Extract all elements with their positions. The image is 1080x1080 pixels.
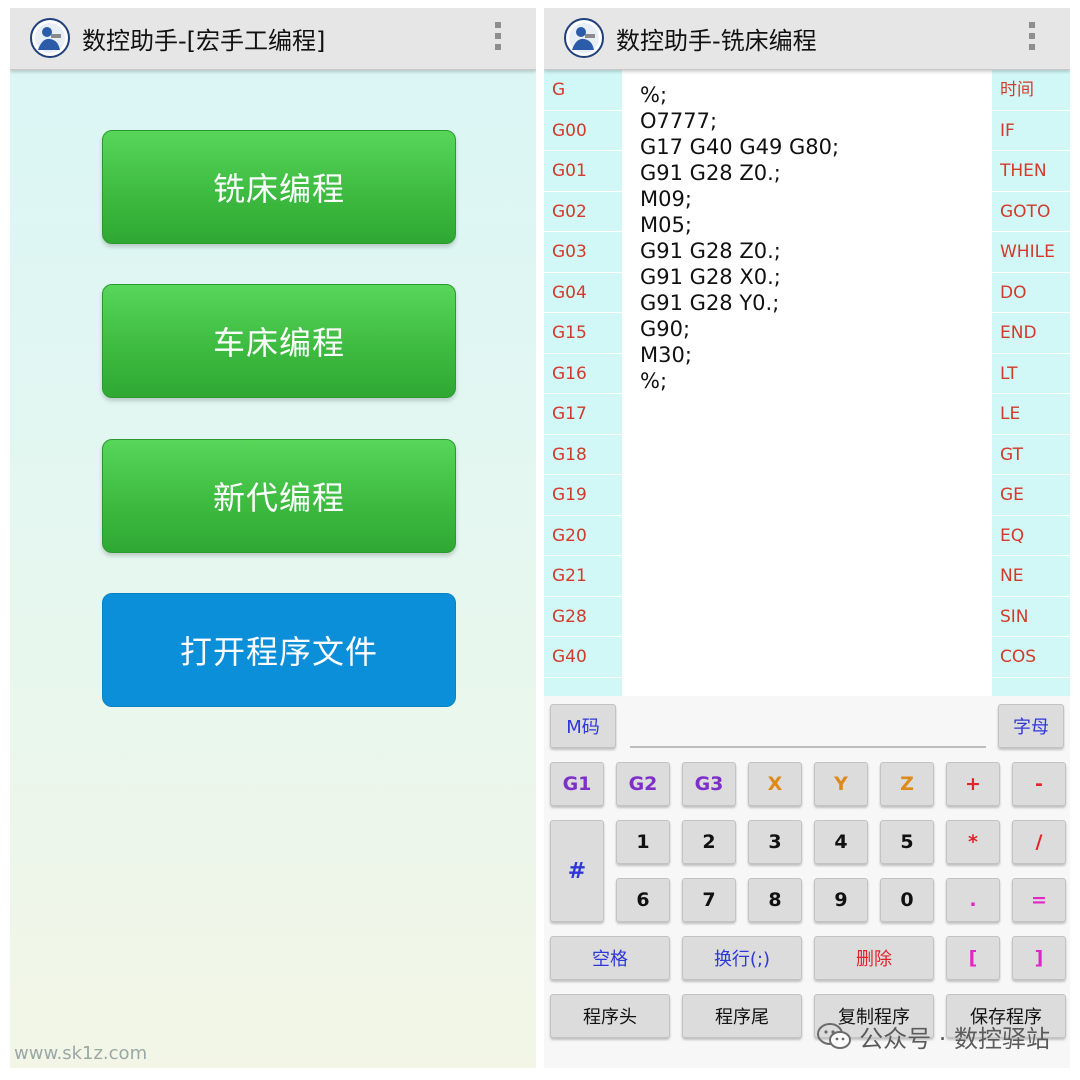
lathe-programming-button[interactable]: 车床编程 bbox=[102, 284, 456, 398]
site-watermark: www.sk1z.com bbox=[14, 1043, 148, 1064]
keyword-item[interactable]: END bbox=[992, 313, 1070, 354]
program-line: G91 G28 Y0.; bbox=[640, 291, 780, 315]
keyword-item[interactable]: GOTO bbox=[992, 192, 1070, 232]
keyword-item[interactable]: GT bbox=[992, 435, 1070, 475]
keyword-item[interactable]: DO bbox=[992, 273, 1070, 313]
program-line: G91 G28 X0.; bbox=[640, 265, 781, 289]
key-g2[interactable]: G2 bbox=[616, 762, 670, 806]
key-newline[interactable]: 换行(;) bbox=[682, 936, 802, 980]
key-5[interactable]: 5 bbox=[880, 820, 934, 864]
program-line: G91 G28 Z0.; bbox=[640, 161, 781, 185]
app-title: 数控助手-[宏手工编程] bbox=[82, 27, 326, 55]
keyword-item[interactable]: COS bbox=[992, 637, 1070, 678]
g-code-item[interactable]: G04 bbox=[544, 273, 622, 313]
keyword-item[interactable]: GE bbox=[992, 475, 1070, 516]
g-code-item[interactable]: G20 bbox=[544, 516, 622, 556]
wechat-account-label: 公众号 · 数控驿站 bbox=[859, 1025, 1050, 1053]
key-g3[interactable]: G3 bbox=[682, 762, 736, 806]
key-2[interactable]: 2 bbox=[682, 820, 736, 864]
g-code-item[interactable]: G21 bbox=[544, 556, 622, 597]
app-logo-icon bbox=[564, 18, 604, 58]
keyword-item[interactable]: NE bbox=[992, 556, 1070, 597]
key-dot[interactable]: . bbox=[946, 878, 1000, 922]
app-title-bar: 数控助手-铣床编程 bbox=[544, 8, 1070, 70]
g-code-item[interactable]: G17 bbox=[544, 394, 622, 435]
syntec-programming-button[interactable]: 新代编程 bbox=[102, 439, 456, 553]
left-phone-screen: 数控助手-[宏手工编程] 铣床编程 车床编程 新代编程 打开程序文件 www.s… bbox=[10, 8, 536, 1068]
macro-keyword-list: 时间 IF THEN GOTO WHILE DO END LT LE GT GE… bbox=[992, 70, 1070, 698]
app-logo-icon bbox=[30, 18, 70, 58]
program-line: M05; bbox=[640, 213, 692, 237]
m-code-button[interactable]: M码 bbox=[550, 704, 616, 748]
app-title: 数控助手-铣床编程 bbox=[616, 27, 817, 55]
g-code-item[interactable]: G03 bbox=[544, 232, 622, 273]
g-code-item[interactable]: G02 bbox=[544, 192, 622, 232]
g-code-item[interactable]: G bbox=[544, 70, 622, 111]
key-z[interactable]: Z bbox=[880, 762, 934, 806]
key-9[interactable]: 9 bbox=[814, 878, 868, 922]
key-multiply[interactable]: * bbox=[946, 820, 1000, 864]
key-0[interactable]: 0 bbox=[880, 878, 934, 922]
open-program-file-button[interactable]: 打开程序文件 bbox=[102, 593, 456, 707]
key-g1[interactable]: G1 bbox=[550, 762, 604, 806]
key-delete[interactable]: 删除 bbox=[814, 936, 934, 980]
right-phone-screen: 数控助手-铣床编程 G G00 G01 G02 G03 G04 G15 G16 … bbox=[544, 8, 1070, 1068]
g-code-list: G G00 G01 G02 G03 G04 G15 G16 G17 G18 G1… bbox=[544, 70, 622, 698]
key-space[interactable]: 空格 bbox=[550, 936, 670, 980]
program-editor[interactable]: %; O7777; G17 G40 G49 G80; G91 G28 Z0.; … bbox=[640, 82, 980, 682]
key-3[interactable]: 3 bbox=[748, 820, 802, 864]
program-head-button[interactable]: 程序头 bbox=[550, 994, 670, 1038]
key-equals[interactable]: = bbox=[1012, 878, 1066, 922]
key-left-bracket[interactable]: [ bbox=[946, 936, 1000, 980]
program-line: O7777; bbox=[640, 109, 718, 133]
key-x[interactable]: X bbox=[748, 762, 802, 806]
key-plus[interactable]: + bbox=[946, 762, 1000, 806]
g-code-item[interactable]: G28 bbox=[544, 597, 622, 637]
letters-button[interactable]: 字母 bbox=[998, 704, 1064, 748]
keyword-item[interactable]: LE bbox=[992, 394, 1070, 435]
key-y[interactable]: Y bbox=[814, 762, 868, 806]
g-code-item[interactable]: G40 bbox=[544, 637, 622, 678]
g-code-item[interactable]: G19 bbox=[544, 475, 622, 516]
app-title-bar: 数控助手-[宏手工编程] bbox=[10, 8, 536, 70]
key-1[interactable]: 1 bbox=[616, 820, 670, 864]
g-code-item[interactable]: G18 bbox=[544, 435, 622, 475]
wechat-watermark: 公众号 · 数控驿站 bbox=[817, 1019, 1050, 1054]
overflow-menu-icon[interactable] bbox=[1028, 22, 1036, 54]
program-line: %; bbox=[640, 83, 668, 107]
program-line: M30; bbox=[640, 343, 692, 367]
input-keypad: M码 字母 G1 G2 G3 X Y Z + - # 1 2 3 4 5 * /… bbox=[544, 696, 1070, 1068]
key-hash[interactable]: # bbox=[550, 820, 604, 922]
program-line: %; bbox=[640, 369, 668, 393]
key-divide[interactable]: / bbox=[1012, 820, 1066, 864]
key-right-bracket[interactable]: ] bbox=[1012, 936, 1066, 980]
g-code-item[interactable]: G00 bbox=[544, 111, 622, 151]
key-minus[interactable]: - bbox=[1012, 762, 1066, 806]
g-code-item[interactable]: G15 bbox=[544, 313, 622, 354]
program-line: G91 G28 Z0.; bbox=[640, 239, 781, 263]
overflow-menu-icon[interactable] bbox=[494, 22, 502, 54]
milling-programming-button[interactable]: 铣床编程 bbox=[102, 130, 456, 244]
g-code-item[interactable]: G01 bbox=[544, 151, 622, 192]
g-code-item[interactable]: G16 bbox=[544, 354, 622, 394]
keyword-item[interactable]: THEN bbox=[992, 151, 1070, 192]
keyword-item[interactable]: 时间 bbox=[992, 70, 1070, 111]
key-6[interactable]: 6 bbox=[616, 878, 670, 922]
program-tail-button[interactable]: 程序尾 bbox=[682, 994, 802, 1038]
keyword-item[interactable]: SIN bbox=[992, 597, 1070, 637]
keyword-item[interactable]: EQ bbox=[992, 516, 1070, 556]
input-line[interactable] bbox=[630, 746, 986, 748]
program-line: G17 G40 G49 G80; bbox=[640, 135, 840, 159]
keyword-item[interactable]: WHILE bbox=[992, 232, 1070, 273]
key-4[interactable]: 4 bbox=[814, 820, 868, 864]
keyword-item[interactable]: IF bbox=[992, 111, 1070, 151]
key-7[interactable]: 7 bbox=[682, 878, 736, 922]
keyword-item[interactable]: LT bbox=[992, 354, 1070, 394]
key-8[interactable]: 8 bbox=[748, 878, 802, 922]
program-line: M09; bbox=[640, 187, 692, 211]
program-line: G90; bbox=[640, 317, 691, 341]
wechat-icon bbox=[817, 1022, 852, 1049]
